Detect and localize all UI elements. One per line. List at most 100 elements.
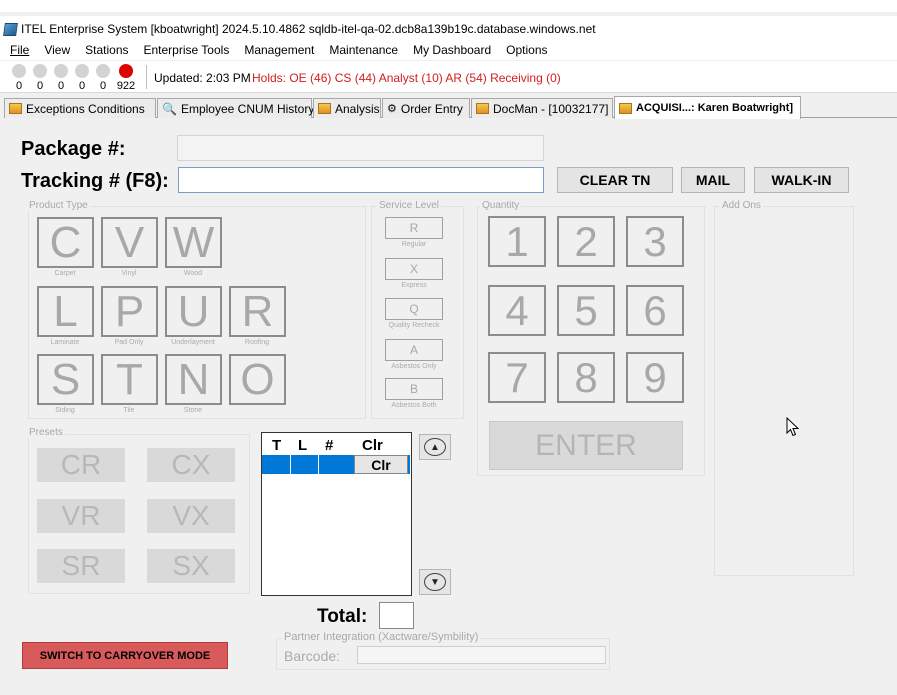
top-band xyxy=(0,0,897,12)
quantity-key-8[interactable]: 8 xyxy=(557,352,615,403)
product-key-s[interactable]: S xyxy=(37,354,94,405)
product-caption: Stone xyxy=(183,407,203,414)
tab-order-entry[interactable]: ⚙ Order Entry xyxy=(382,98,470,118)
product-key-t[interactable]: T xyxy=(101,354,158,405)
tracking-label: Tracking # (F8): xyxy=(21,170,169,192)
product-caption: Underlayment xyxy=(171,339,215,346)
row-clear-button[interactable]: Clr xyxy=(354,455,408,474)
window-icon xyxy=(9,103,22,114)
service-caption: Quality Recheck xyxy=(388,322,440,329)
add-ons-title: Add Ons xyxy=(720,200,763,211)
status-light-icon xyxy=(54,64,68,78)
barcode-label: Barcode: xyxy=(284,648,341,664)
tracking-input[interactable] xyxy=(178,167,544,193)
service-caption: Regular xyxy=(401,241,427,248)
product-key-o[interactable]: O xyxy=(229,354,286,405)
product-type-title: Product Type xyxy=(27,200,90,211)
tab-exceptions-conditions[interactable]: Exceptions Conditions xyxy=(4,98,156,118)
title-bar: ITEL Enterprise System [kboatwright] 202… xyxy=(0,16,897,42)
enter-button[interactable]: ENTER xyxy=(489,421,683,470)
status-divider xyxy=(146,65,147,89)
total-field xyxy=(379,602,414,629)
grid-header-clr: Clr xyxy=(362,437,383,454)
menu-file[interactable]: File xyxy=(10,43,29,57)
service-key-a[interactable]: A xyxy=(385,339,443,361)
window-icon xyxy=(476,103,489,114)
product-key-r[interactable]: R xyxy=(229,286,286,337)
menu-enterprise-tools[interactable]: Enterprise Tools xyxy=(144,43,230,57)
product-key-c[interactable]: C xyxy=(37,217,94,268)
preset-vx[interactable]: VX xyxy=(147,499,235,533)
switch-carryover-button[interactable]: SWITCH TO CARRYOVER MODE xyxy=(22,642,228,669)
clear-tn-button[interactable]: CLEAR TN xyxy=(557,167,673,193)
quantity-key-3[interactable]: 3 xyxy=(626,216,684,267)
barcode-input[interactable] xyxy=(357,646,606,664)
service-level-title: Service Level xyxy=(377,200,442,211)
menu-management[interactable]: Management xyxy=(244,43,314,57)
magnifier-icon: 🔍 xyxy=(162,101,177,116)
grid-header-number: # xyxy=(325,437,334,454)
window-title: ITEL Enterprise System [kboatwright] 202… xyxy=(21,22,596,36)
chevron-up-icon: ▲ xyxy=(424,438,446,456)
tab-strip: Exceptions Conditions 🔍 Employee CNUM His… xyxy=(4,96,897,119)
preset-cr[interactable]: CR xyxy=(37,448,125,482)
tab-employee-cnum-history[interactable]: 🔍 Employee CNUM History xyxy=(157,98,314,118)
gears-icon: ⚙ xyxy=(387,103,397,115)
menu-options[interactable]: Options xyxy=(506,43,547,57)
service-key-q[interactable]: Q xyxy=(385,298,443,320)
tab-docman[interactable]: DocMan - [10032177] xyxy=(471,98,613,118)
menu-view[interactable]: View xyxy=(44,43,70,57)
quantity-key-1[interactable]: 1 xyxy=(488,216,546,267)
partner-integration-title: Partner Integration (Xactware/Symbility) xyxy=(282,631,481,643)
product-caption: Carpet xyxy=(54,270,76,277)
quantity-key-9[interactable]: 9 xyxy=(626,352,684,403)
menu-bar: File View Stations Enterprise Tools Mana… xyxy=(0,40,897,60)
status-light-red-icon xyxy=(119,64,133,78)
quantity-key-5[interactable]: 5 xyxy=(557,285,615,336)
service-caption: Asbestos Only xyxy=(391,363,437,370)
service-key-x[interactable]: X xyxy=(385,258,443,280)
product-caption: Vinyl xyxy=(121,270,137,277)
product-caption: Wood xyxy=(183,270,203,277)
add-ons-group xyxy=(714,206,854,576)
product-key-l[interactable]: L xyxy=(37,286,94,337)
tab-acquisition[interactable]: ACQUISI...: Karen Boatwright] xyxy=(614,96,801,119)
product-key-n[interactable]: N xyxy=(165,354,222,405)
service-key-b[interactable]: B xyxy=(385,378,443,400)
quantity-key-7[interactable]: 7 xyxy=(488,352,546,403)
menu-stations[interactable]: Stations xyxy=(85,43,128,57)
quantity-key-2[interactable]: 2 xyxy=(557,216,615,267)
preset-cx[interactable]: CX xyxy=(147,448,235,482)
service-key-r[interactable]: R xyxy=(385,217,443,239)
grid-header-l: L xyxy=(298,437,308,454)
product-key-p[interactable]: P xyxy=(101,286,158,337)
app-cube-icon xyxy=(3,22,18,36)
preset-sx[interactable]: SX xyxy=(147,549,235,583)
mouse-cursor-icon xyxy=(786,416,800,442)
quantity-key-4[interactable]: 4 xyxy=(488,285,546,336)
product-caption: Laminate xyxy=(50,339,80,346)
grid-divider xyxy=(318,455,319,474)
product-key-w[interactable]: W xyxy=(165,217,222,268)
status-count: 0 xyxy=(99,80,107,92)
chevron-down-icon: ▼ xyxy=(424,573,446,591)
tab-analysis[interactable]: Analysis xyxy=(313,98,381,118)
total-label: Total: xyxy=(317,606,368,627)
quantity-title: Quantity xyxy=(480,200,522,211)
quantity-key-6[interactable]: 6 xyxy=(626,285,684,336)
scroll-down-button[interactable]: ▼ xyxy=(419,569,451,595)
holds-summary[interactable]: Holds: OE (46) CS (44) Analyst (10) AR (… xyxy=(252,71,561,85)
menu-maintenance[interactable]: Maintenance xyxy=(329,43,398,57)
product-caption: Siding xyxy=(55,407,75,414)
preset-sr[interactable]: SR xyxy=(37,549,125,583)
mail-button[interactable]: MAIL xyxy=(681,167,745,193)
walk-in-button[interactable]: WALK-IN xyxy=(754,167,849,193)
product-key-v[interactable]: V xyxy=(101,217,158,268)
preset-vr[interactable]: VR xyxy=(37,499,125,533)
product-key-u[interactable]: U xyxy=(165,286,222,337)
product-caption: Roofing xyxy=(244,339,270,346)
service-caption: Asbestos Both xyxy=(391,402,437,409)
status-light-icon xyxy=(33,64,47,78)
scroll-up-button[interactable]: ▲ xyxy=(419,434,451,460)
menu-my-dashboard[interactable]: My Dashboard xyxy=(413,43,491,57)
